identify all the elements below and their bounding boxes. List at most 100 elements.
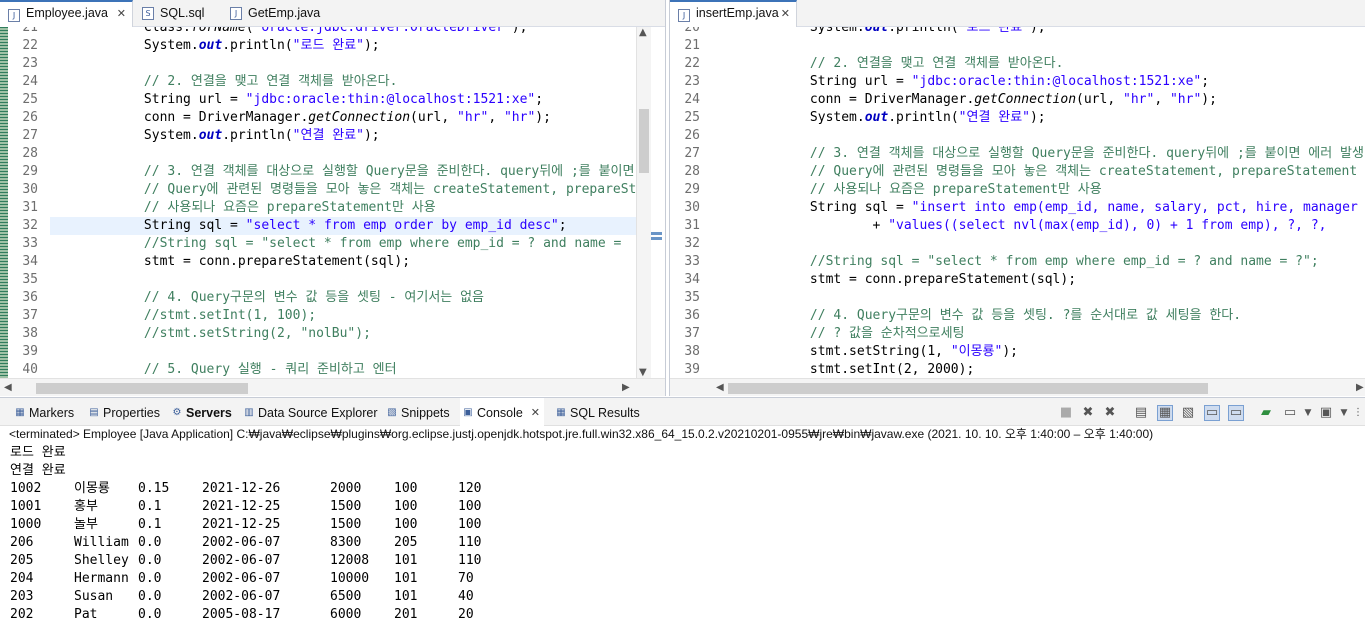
remove-launch-icon[interactable]: ✖ [1080, 405, 1096, 421]
console-cell: 0.0 [138, 535, 162, 550]
code-line[interactable]: conn = DriverManager.getConnection(url, … [716, 91, 1365, 109]
code-token: , [488, 110, 504, 125]
scroll-up-icon[interactable]: ▲ [639, 27, 647, 38]
scroll-thumb[interactable] [36, 383, 248, 394]
code-line[interactable] [50, 145, 649, 163]
tab-snippets[interactable]: ▧ Snippets [384, 398, 449, 426]
remove-all-terminated-icon[interactable]: ✖ [1102, 405, 1118, 421]
tab-servers[interactable]: ⚙ Servers [169, 398, 232, 426]
scroll-thumb[interactable] [639, 109, 649, 173]
code-token: .println( [888, 110, 959, 125]
code-line[interactable]: // Query에 관련된 명령들을 모아 놓은 객체는 createState… [716, 163, 1365, 181]
tab-data-source-explorer[interactable]: ▥ Data Source Explorer [241, 398, 377, 426]
pin-console-icon[interactable]: ▰ [1258, 405, 1274, 421]
code-line[interactable]: //String sql = "select * from emp where … [50, 235, 649, 253]
code-string: "oracle.jdbc.driver.OracleDriver" [253, 27, 512, 35]
java-file-icon: J [230, 7, 242, 20]
right-code-editor[interactable]: 20 21 22 23 24 25 26 27 28 29 30 31 32 33 34 35 36 37 38 39… [670, 27, 1365, 378]
scroll-down-icon[interactable]: ▼ [639, 367, 647, 378]
tab-sql-results[interactable]: ▦ SQL Results [553, 398, 639, 426]
code-token: out [198, 128, 223, 143]
code-line[interactable]: // 4. Query구문의 변수 값 등을 셋팅 - 여기서는 없음 [50, 289, 649, 307]
console-cell: 70 [458, 571, 474, 586]
scroll-left-icon[interactable]: ◀ [716, 382, 724, 393]
scroll-lock-icon[interactable]: ▦ [1157, 405, 1173, 421]
code-line[interactable]: String sql = "insert into emp(emp_id, na… [716, 199, 1365, 217]
code-text[interactable]: System.out.println("로드 완료"); // 2. 연결을 맺… [716, 27, 1365, 378]
display-selected-console-icon[interactable]: ▭ [1282, 405, 1298, 421]
right-horizontal-scrollbar[interactable]: ◀ ▶ [670, 378, 1365, 396]
code-line[interactable] [50, 271, 649, 289]
console-icon: ▣ [463, 407, 473, 418]
close-icon[interactable]: ✕ [117, 2, 126, 25]
code-line[interactable] [50, 55, 649, 73]
stop-icon[interactable]: ■ [1058, 405, 1074, 421]
code-line[interactable] [716, 235, 1365, 253]
code-line[interactable]: Class.forName("oracle.jdbc.driver.Oracle… [50, 27, 649, 37]
code-line[interactable]: //stmt.setInt(1, 100); [50, 307, 649, 325]
tab-insertemp-java[interactable]: J insertEmp.java ✕ [670, 0, 797, 27]
code-line[interactable]: //String sql = "select * from emp where … [716, 253, 1365, 271]
close-icon[interactable]: ✕ [781, 2, 790, 25]
tab-console[interactable]: ▣ Console ✕ [460, 398, 544, 426]
code-line[interactable]: stmt.setString(1, "이몽룡"); [716, 343, 1365, 361]
code-line[interactable]: // 4. Query구문의 변수 값 등을 셋팅. ?를 순서대로 값 세팅을… [716, 307, 1365, 325]
code-line[interactable]: //stmt.setString(2, "nolBu"); [50, 325, 649, 343]
show-on-stderr-icon[interactable]: ▭ [1228, 405, 1244, 421]
code-line[interactable]: + "values((select nvl(max(emp_id), 0) + … [716, 217, 1365, 235]
code-line[interactable]: // ? 값을 순차적으로세팅 [716, 325, 1365, 343]
code-line[interactable]: System.out.println("연결 완료"); [50, 127, 649, 145]
code-line[interactable]: System.out.println("연결 완료"); [716, 109, 1365, 127]
line-number: 25 [684, 110, 700, 125]
console-output[interactable]: 로드 완료 연결 완료 1002 이몽룡 0.15 2021-12-26 2000 100 12… [10, 444, 522, 622]
code-string: "select * from emp order by emp_id desc" [245, 218, 559, 233]
code-line[interactable]: // Query에 관련된 명령들을 모아 놓은 객체는 createState… [50, 181, 649, 199]
show-on-stdout-icon[interactable]: ▭ [1204, 405, 1220, 421]
scroll-right-icon[interactable]: ▶ [1356, 382, 1364, 393]
code-line[interactable] [716, 289, 1365, 307]
close-icon[interactable]: ✕ [531, 398, 540, 428]
code-line[interactable]: System.out.println("로드 완료"); [50, 37, 649, 55]
code-comment: //stmt.setInt(1, 100); [143, 308, 317, 323]
code-text[interactable]: Class.forName("oracle.jdbc.driver.Oracle… [50, 27, 649, 378]
code-line[interactable] [716, 127, 1365, 145]
code-line[interactable]: // 3. 연결 객체를 대상으로 실행할 Query문을 준비한다. quer… [716, 145, 1365, 163]
code-line[interactable]: conn = DriverManager.getConnection(url, … [50, 109, 649, 127]
code-line[interactable]: // 사용되나 요즘은 prepareStatement만 사용 [716, 181, 1365, 199]
line-number: 35 [684, 290, 700, 305]
open-console-icon[interactable]: ▣ [1318, 405, 1334, 421]
tab-sql-sql[interactable]: S SQL.sql [134, 0, 226, 27]
scroll-right-icon[interactable]: ▶ [622, 382, 630, 393]
word-wrap-icon[interactable]: ▧ [1180, 405, 1196, 421]
code-line[interactable]: String url = "jdbc:oracle:thin:@localhos… [50, 91, 649, 109]
left-vertical-scrollbar[interactable]: ▲ ▼ [636, 27, 651, 378]
code-line[interactable] [716, 37, 1365, 55]
code-line[interactable]: // 사용되나 요즘은 prepareStatement만 사용 [50, 199, 649, 217]
console-cell: Shelley [74, 553, 129, 568]
overview-ruler-markers[interactable] [651, 232, 662, 248]
code-line[interactable]: // 2. 연결을 맺고 연결 객체를 받아온다. [716, 55, 1365, 73]
code-line[interactable]: stmt.setInt(2, 2000); [716, 361, 1365, 378]
code-line[interactable]: String url = "jdbc:oracle:thin:@localhos… [716, 73, 1365, 91]
view-menu-icon[interactable]: ⋮ [1350, 405, 1365, 421]
code-line[interactable]: // 3. 연결 객체를 대상으로 실행할 Query문을 준비한다. quer… [50, 163, 649, 181]
left-horizontal-scrollbar[interactable]: ◀ ▶ [0, 378, 665, 396]
code-line[interactable] [50, 343, 649, 361]
chevron-down-icon[interactable]: ▼ [1300, 405, 1316, 421]
code-line[interactable]: // 5. Query 실행 - 쿼리 준비하고 엔터 [50, 361, 649, 378]
code-line[interactable]: stmt = conn.prepareStatement(sql); [716, 271, 1365, 289]
scroll-left-icon[interactable]: ◀ [4, 382, 12, 393]
tab-getemp-java[interactable]: J GetEmp.java [222, 0, 332, 27]
code-line[interactable]: // 2. 연결을 맺고 연결 객체를 받아온다. [50, 73, 649, 91]
tab-markers[interactable]: ▦ Markers [12, 398, 74, 426]
tab-employee-java[interactable]: J Employee.java ✕ [0, 0, 133, 27]
left-code-editor[interactable]: 21 22 23 24 25 26 27 28 29 30 31 32 33 34 35 36 37 38 39 40… [0, 27, 649, 378]
clear-console-icon[interactable]: ▤ [1133, 405, 1149, 421]
code-line[interactable]: stmt = conn.prepareStatement(sql); [50, 253, 649, 271]
code-line[interactable]: System.out.println("로드 완료"); [716, 27, 1365, 37]
line-number: 27 [684, 146, 700, 161]
line-number: 36 [22, 290, 38, 305]
scroll-thumb[interactable] [728, 383, 1208, 394]
tab-properties[interactable]: ▤ Properties [86, 398, 160, 426]
code-line[interactable]: String sql = "select * from emp order by… [50, 217, 649, 235]
